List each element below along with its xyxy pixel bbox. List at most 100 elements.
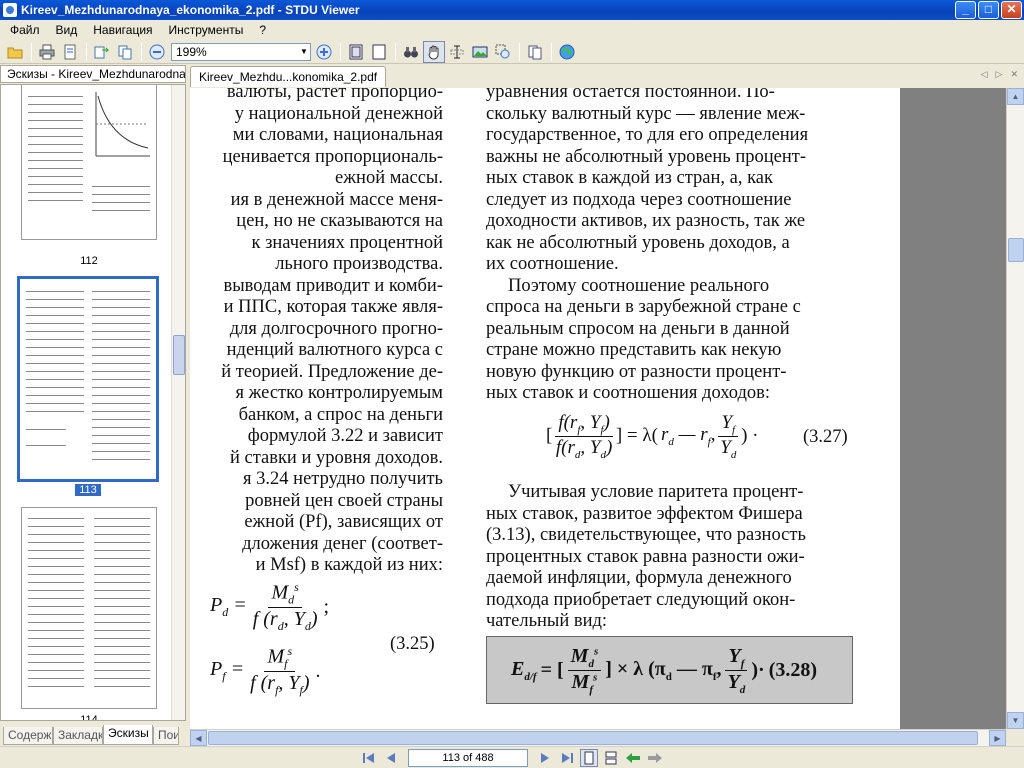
text-line: доходности активов, их разность, так же xyxy=(486,211,806,231)
text-line: Учитывая условие паритета процент- xyxy=(508,482,804,502)
text-line: й ставки и уровня доходов. xyxy=(229,447,443,468)
next-page-button[interactable] xyxy=(536,749,554,767)
equation-number: (3.25) xyxy=(390,634,435,654)
text-line: реальным спросом на деньги в данной xyxy=(486,318,790,339)
scroll-right-icon[interactable]: ▶ xyxy=(989,730,1006,746)
thumbnails-scrollbar[interactable] xyxy=(171,85,185,720)
page-thumbnail-113[interactable] xyxy=(17,276,159,482)
menu-view[interactable]: Вид xyxy=(48,23,86,37)
continuous-view-button[interactable] xyxy=(602,749,620,767)
text-line: новую функцию от разности процент- xyxy=(486,361,787,382)
text-line: ежной (Pf), зависящих от xyxy=(244,512,443,532)
text-line: я жестко контролируемым xyxy=(235,383,443,403)
single-page-icon xyxy=(584,751,594,764)
prev-page-button[interactable] xyxy=(382,749,400,767)
zoom-value: 199% xyxy=(176,44,207,59)
properties-button[interactable] xyxy=(59,41,81,63)
text-line: банком, а спрос на деньги xyxy=(238,404,443,425)
web-button[interactable] xyxy=(556,41,578,63)
text-line: валюты, растет пропорцио- xyxy=(226,88,443,102)
text-line: ми словами, национальная xyxy=(232,125,443,145)
toolbar-separator xyxy=(141,42,142,61)
actual-size-button[interactable] xyxy=(345,41,367,63)
print-button[interactable] xyxy=(36,41,58,63)
snapshot-button[interactable] xyxy=(469,41,491,63)
copy-page-icon xyxy=(118,45,132,59)
single-page-view-button[interactable] xyxy=(580,748,598,767)
page-thumbnail-112[interactable] xyxy=(21,85,157,240)
fit-page-button[interactable] xyxy=(368,41,390,63)
navigation-bar: 113 of 488 xyxy=(0,746,1024,768)
tab-bookmarks[interactable]: Закладки xyxy=(53,727,103,745)
tab-next-icon[interactable]: ▷ xyxy=(996,69,1003,80)
go-forward-button[interactable] xyxy=(646,749,664,767)
menu-file[interactable]: Файл xyxy=(2,23,48,37)
rotate-button[interactable] xyxy=(524,41,546,63)
text-line: формулой 3.22 и зависит xyxy=(247,426,443,446)
first-page-button[interactable] xyxy=(360,749,378,767)
text-line: у национальной денежной xyxy=(234,103,443,124)
menu-navigation[interactable]: Навигация xyxy=(85,23,160,37)
scroll-left-icon[interactable]: ◀ xyxy=(190,730,207,746)
last-page-button[interactable] xyxy=(558,749,576,767)
document-tab-bar: Kireev_Mezhdu...konomika_2.pdf ◁ ▷ ✕ xyxy=(190,65,1024,87)
horizontal-scrollbar[interactable]: ◀ ▶ xyxy=(190,729,1006,746)
open-file-button[interactable] xyxy=(4,41,26,63)
menu-bar: Файл Вид Навигация Инструменты ? xyxy=(0,20,1024,40)
page-number-field[interactable]: 113 of 488 xyxy=(408,748,528,767)
toolbar-separator xyxy=(340,42,341,61)
zoom-combobox[interactable]: 199% ▼ xyxy=(171,42,311,61)
last-page-icon xyxy=(562,752,573,763)
tab-close-icon[interactable]: ✕ xyxy=(1010,69,1018,80)
text-line: стране можно представить как некую xyxy=(486,340,782,360)
tab-search[interactable]: Поиск xyxy=(153,727,179,745)
folder-icon xyxy=(7,47,23,58)
tab-thumbnails[interactable]: Эскизы xyxy=(103,725,153,745)
formula-3-27: [ f(rf, Yf) f(rd, Yd) ] = λ(rd — rf, Yf Yd… xyxy=(546,411,759,461)
chevron-down-icon[interactable]: ▼ xyxy=(298,44,310,60)
equation-number: (3.28) xyxy=(768,658,818,681)
document-viewer[interactable]: валюты, растет пропорцио- у национальной… xyxy=(190,88,1006,729)
minimize-button[interactable]: _ xyxy=(955,1,976,19)
find-button[interactable] xyxy=(400,41,422,63)
marquee-zoom-button[interactable] xyxy=(492,41,514,63)
close-button[interactable]: ✕ xyxy=(1001,1,1022,19)
go-back-button[interactable] xyxy=(624,749,642,767)
zoom-out-icon xyxy=(149,44,165,59)
export-button[interactable] xyxy=(91,41,113,63)
text-line: я 3.24 нетрудно получить xyxy=(243,469,443,489)
hand-icon xyxy=(428,45,439,59)
back-arrow-icon xyxy=(626,752,640,763)
scroll-up-icon[interactable]: ▲ xyxy=(1007,88,1024,105)
zoom-out-button[interactable] xyxy=(146,41,168,63)
vertical-scrollbar[interactable]: ▲ ▼ xyxy=(1006,88,1024,729)
text-line: ных ставок, развитое эффектом Фишера xyxy=(486,503,803,524)
zoom-in-icon xyxy=(316,44,332,59)
scrollbar-thumb[interactable] xyxy=(173,335,185,375)
document-tab[interactable]: Kireev_Mezhdu...konomika_2.pdf xyxy=(190,66,387,87)
forward-arrow-icon xyxy=(648,752,662,763)
menu-help[interactable]: ? xyxy=(251,23,274,37)
panel-header: Эскизы - Kireev_Mezhdunarodnaya_ekonomik… xyxy=(0,65,186,83)
window-title: Kireev_Mezhdunarodnaya_ekonomika_2.pdf -… xyxy=(21,3,360,17)
toolbar-separator xyxy=(551,42,552,61)
text-line: даемой инфляции, формула денежного xyxy=(486,568,792,588)
tab-prev-icon[interactable]: ◁ xyxy=(981,69,988,80)
copy-button[interactable] xyxy=(114,41,136,63)
fit-page-icon xyxy=(372,44,386,59)
page-thumbnail-114[interactable] xyxy=(21,507,157,709)
text-line: как не абсолютный уровень доходов, а xyxy=(486,232,790,253)
scroll-down-icon[interactable]: ▼ xyxy=(1007,712,1024,729)
menu-tools[interactable]: Инструменты xyxy=(161,23,252,37)
text-select-button[interactable] xyxy=(446,41,468,63)
prev-page-icon xyxy=(387,752,395,763)
thumbnails-list[interactable]: 112 113 114 xyxy=(0,84,186,721)
maximize-button[interactable]: □ xyxy=(978,1,999,19)
scrollbar-thumb[interactable] xyxy=(208,731,978,745)
text-line: важны не абсолютный уровень процент- xyxy=(486,146,806,167)
text-line: государственное, то для его определения xyxy=(486,125,809,145)
scrollbar-thumb[interactable] xyxy=(1008,238,1024,262)
tab-contents[interactable]: Содержание xyxy=(3,727,53,745)
hand-tool-button[interactable] xyxy=(423,40,445,63)
zoom-in-button[interactable] xyxy=(313,41,335,63)
